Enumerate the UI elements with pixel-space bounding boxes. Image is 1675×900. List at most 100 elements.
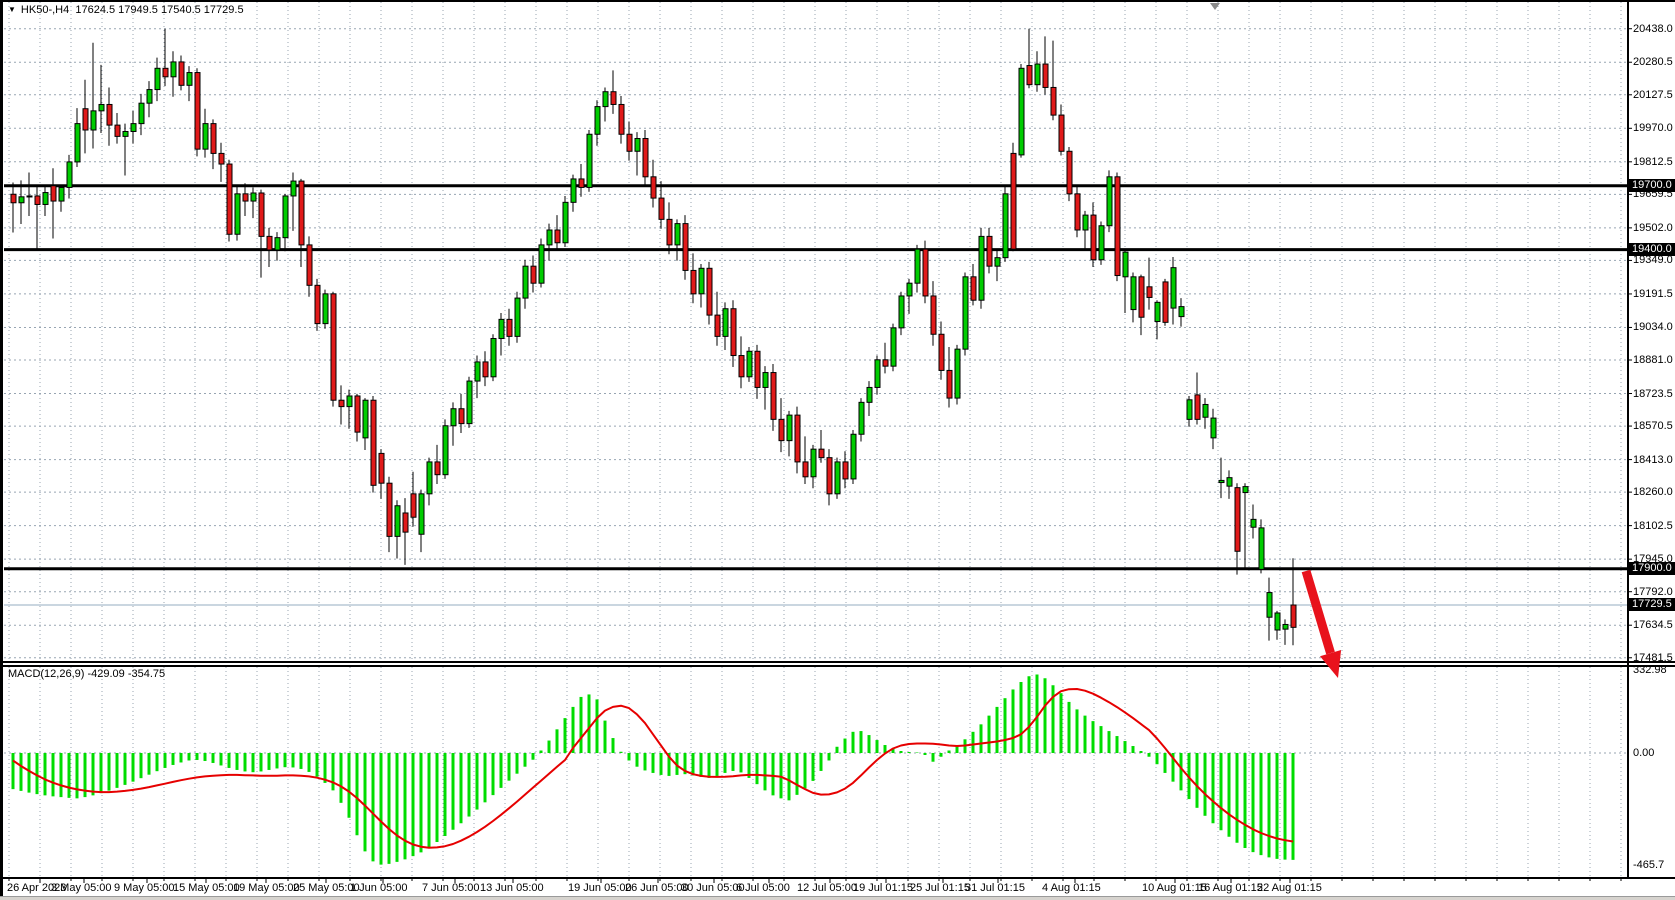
bull-candle: [147, 90, 152, 104]
bear-candle: [107, 104, 112, 125]
bear-candle: [987, 236, 992, 266]
time-tick-label: 22 Aug 01:15: [1257, 882, 1322, 894]
bull-candle: [203, 124, 208, 150]
window-bottom-edge: [0, 896, 1675, 900]
bull-candle: [915, 249, 920, 283]
bear-candle: [667, 219, 672, 245]
bear-candle: [1043, 64, 1048, 87]
price-tick-label: 20438.0: [1633, 23, 1673, 35]
bear-candle: [1067, 151, 1072, 194]
bear-candle: [651, 177, 656, 198]
bear-candle: [403, 513, 408, 532]
hline-price-chip[interactable]: 19700.0: [1629, 179, 1675, 192]
price-tick-label: 20280.5: [1633, 56, 1673, 68]
bull-candle: [867, 387, 872, 402]
bear-candle: [1075, 194, 1080, 230]
time-tick-label: 13 Jun 05:00: [480, 882, 544, 894]
bull-candle: [1107, 177, 1112, 226]
bear-candle: [827, 458, 832, 494]
bull-candle: [835, 462, 840, 494]
bear-candle: [1147, 287, 1152, 298]
bull-candle: [1083, 215, 1088, 230]
bear-candle: [843, 462, 848, 479]
bull-candle: [123, 131, 128, 136]
bear-candle: [619, 104, 624, 134]
bear-candle: [555, 230, 560, 243]
bull-candle: [1155, 302, 1160, 321]
bear-candle: [579, 179, 584, 188]
bull-candle: [363, 400, 368, 438]
symbol-label: HK50-,H4: [21, 4, 69, 16]
bull-candle: [723, 309, 728, 337]
price-tick-label: 20127.5: [1633, 89, 1673, 101]
macd-tick-label: -465.7: [1633, 859, 1664, 871]
time-tick-label: 26 Jun 05:00: [625, 882, 689, 894]
symbol-menu-icon[interactable]: ▼: [8, 5, 16, 14]
bull-candle: [1267, 593, 1272, 618]
bear-candle: [1059, 115, 1064, 151]
bear-candle: [731, 309, 736, 356]
bull-candle: [747, 351, 752, 377]
bear-candle: [739, 356, 744, 377]
price-tick-label: 19349.0: [1633, 254, 1673, 266]
bull-candle: [595, 107, 600, 135]
bull-candle: [787, 415, 792, 441]
bull-candle: [91, 111, 96, 130]
bull-candle: [563, 202, 568, 242]
time-tick-label: 31 Jul 01:15: [965, 882, 1025, 894]
bull-candle: [1243, 487, 1248, 493]
bear-candle: [1011, 153, 1016, 249]
bull-candle: [539, 245, 544, 283]
time-tick-label: 12 Jul 05:00: [797, 882, 857, 894]
price-tick-label: 17634.5: [1633, 619, 1673, 631]
price-tick-label: 18102.5: [1633, 520, 1673, 532]
time-tick-label: 19 Jun 05:00: [568, 882, 632, 894]
bull-candle: [251, 193, 256, 201]
bear-candle: [299, 181, 304, 245]
bull-candle: [547, 230, 552, 245]
bear-candle: [1091, 215, 1096, 260]
bull-candle: [347, 396, 352, 407]
bear-candle: [939, 334, 944, 370]
macd-indicator-label: MACD(12,26,9) -429.09 -354.75: [8, 668, 165, 680]
bear-candle: [1051, 87, 1056, 115]
bear-candle: [355, 396, 360, 432]
bull-candle: [1179, 307, 1184, 317]
bull-candle: [899, 296, 904, 328]
bear-candle: [459, 409, 464, 424]
price-tick-label: 19502.0: [1633, 222, 1673, 234]
bear-candle: [779, 419, 784, 440]
time-tick-label: 1 Jun 05:00: [350, 882, 408, 894]
bull-candle: [1203, 404, 1208, 417]
bear-candle: [659, 198, 664, 219]
horizontal-trend-lines[interactable]: [4, 186, 1627, 569]
price-tick-label: 18723.5: [1633, 388, 1673, 400]
bull-candle: [1131, 277, 1136, 310]
bear-candle: [931, 296, 936, 334]
bull-candle: [467, 381, 472, 424]
bull-candle: [187, 73, 192, 86]
bear-candle: [683, 224, 688, 271]
macd-tick-label: 0.00: [1633, 747, 1654, 759]
bear-candle: [643, 139, 648, 177]
bear-candle: [259, 193, 264, 236]
bull-candle: [27, 196, 32, 197]
hline-price-chip[interactable]: 17900.0: [1629, 562, 1675, 575]
bull-candle: [515, 298, 520, 336]
bear-candle: [627, 134, 632, 151]
bear-candle: [339, 400, 344, 406]
gridlines: [4, 2, 1627, 877]
bear-candle: [1027, 66, 1032, 85]
chart-window: ▼HK50-,H4 17624.5 17949.5 17540.5 17729.…: [0, 0, 1675, 900]
bull-candle: [155, 68, 160, 89]
chart-canvas[interactable]: [0, 0, 1675, 900]
bear-candle: [35, 196, 40, 205]
bull-candle: [395, 506, 400, 537]
bull-candle: [1275, 613, 1280, 630]
hline-price-chip[interactable]: 19400.0: [1629, 243, 1675, 256]
bull-candle: [523, 266, 528, 298]
bear-candle: [11, 194, 16, 203]
bear-candle: [691, 270, 696, 293]
current-price-chip[interactable]: 17729.5: [1629, 598, 1675, 611]
time-tick-label: 6 Jul 05:00: [736, 882, 790, 894]
